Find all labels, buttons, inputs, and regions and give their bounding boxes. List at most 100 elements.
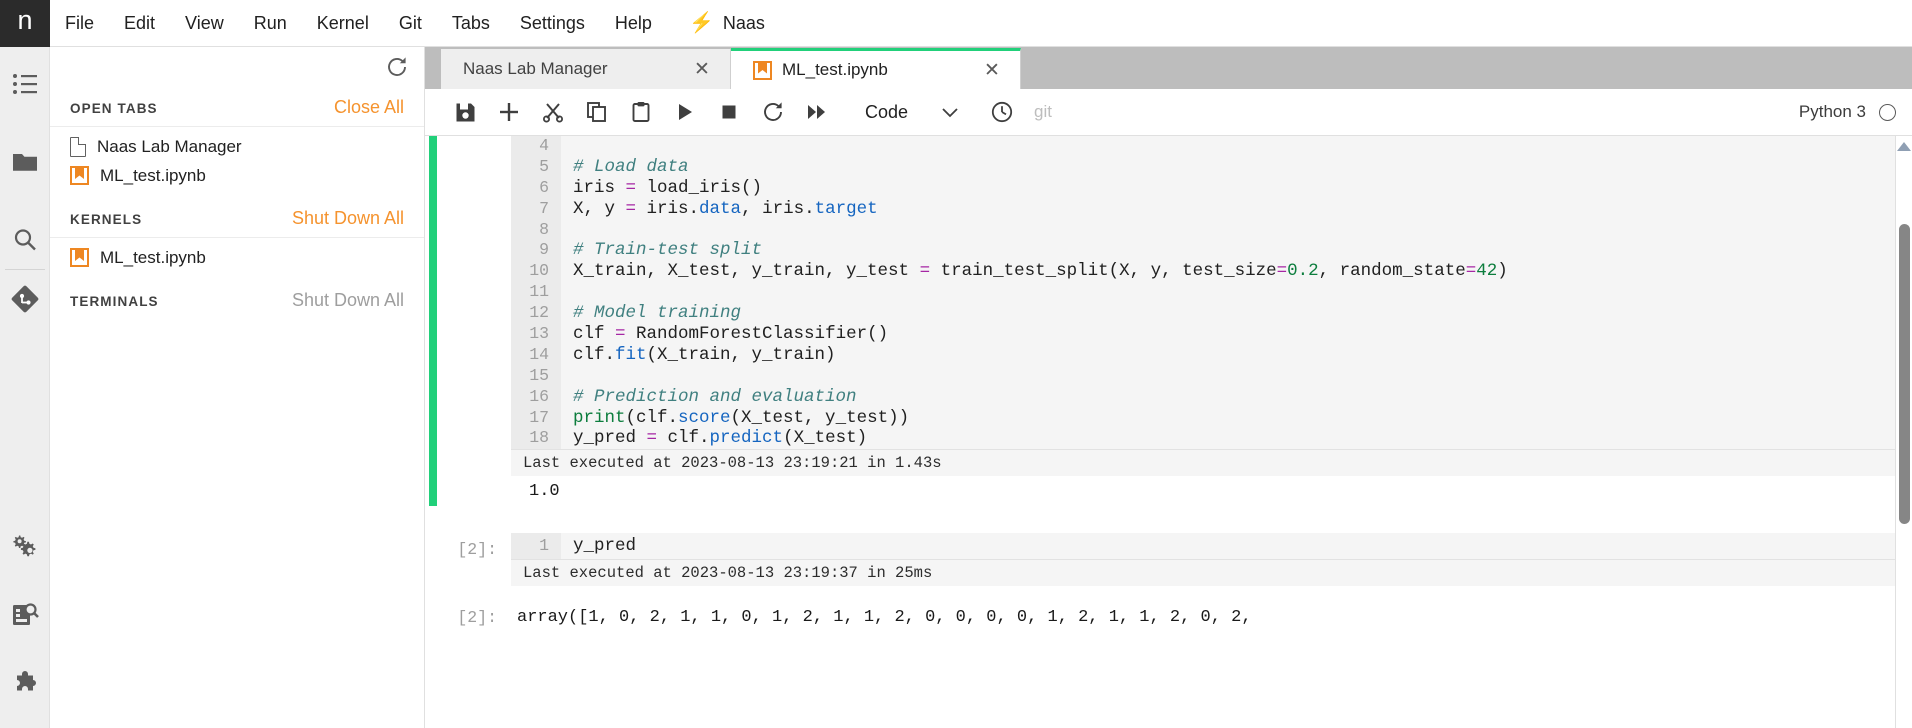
code-line: 6 iris = load_iris() [511,177,1912,199]
scroll-up-arrow-icon[interactable] [1897,142,1911,151]
folder-icon [12,154,37,171]
menu-view[interactable]: View [170,0,239,47]
running-sessions-panel: OPEN TABS Close All Naas Lab Manager ML_… [50,47,425,728]
paste-cell-button[interactable] [619,92,663,132]
list-item-label: ML_test.ipynb [100,165,206,185]
execution-history-button[interactable] [980,92,1024,132]
refresh-icon[interactable] [386,56,408,78]
cell-execution-footer: Last executed at 2023-08-13 23:19:37 in … [511,559,1912,587]
menu-git[interactable]: Git [384,0,437,47]
interrupt-kernel-button[interactable] [707,92,751,132]
menu-edit[interactable]: Edit [109,0,170,47]
menu-tabs[interactable]: Tabs [437,0,505,47]
stop-icon [722,105,736,119]
code-line: 8 [511,219,1912,241]
cell-prompt [437,136,511,476]
restart-icon [764,102,782,121]
tab-naas-lab-manager[interactable]: Naas Lab Manager ✕ [441,49,731,89]
section-terminals-header: TERMINALS Shut Down All [50,280,424,319]
list-item[interactable]: Naas Lab Manager [50,132,424,161]
property-inspector-icon [12,603,39,625]
close-icon[interactable]: ✕ [692,60,712,79]
cell-selection-bar [429,136,437,477]
sidebar-item-search[interactable] [0,215,50,265]
line-number: 16 [511,386,561,408]
insert-cell-button[interactable] [487,92,531,132]
cell-spacer [425,511,1912,534]
kernel-indicator[interactable]: Python 3 [1799,102,1896,122]
sidebar-item-git[interactable] [0,274,50,324]
shut-down-all-kernels-button[interactable]: Shut Down All [292,208,404,229]
line-number: 6 [511,177,561,199]
notebook-canvas[interactable]: 4 5 # Load data 6 iris = load_iris() 7 X… [425,136,1912,728]
cell-type-dropdown[interactable]: Code [855,95,968,129]
notebook-cell[interactable]: [2]: 1 y_pred Last executed at 2023-08-1… [425,533,1912,587]
close-icon[interactable]: ✕ [982,61,1002,80]
menu-run[interactable]: Run [239,0,302,47]
line-number: 17 [511,407,561,429]
output-prompt: [2]: [457,608,497,628]
restart-and-run-all-button[interactable] [795,92,839,132]
cell-editor[interactable]: 4 5 # Load data 6 iris = load_iris() 7 X… [511,136,1912,477]
line-text: y_pred [561,533,1912,560]
naas-logo[interactable]: n [0,0,50,47]
code-line: 11 [511,282,1912,304]
sidebar-item-extension-manager[interactable] [0,658,50,708]
menu-settings[interactable]: Settings [505,0,600,47]
menu-naas[interactable]: ⚡ Naas [667,0,780,47]
notebook-icon [753,60,772,80]
notebook-toolbar: Code git Python 3 [425,89,1912,136]
code-line: 17 print(clf.score(X_test, y_test)) [511,407,1912,429]
cell-editor[interactable]: 1 y_pred Last executed at 2023-08-13 23:… [511,533,1912,587]
line-number: 7 [511,198,561,220]
list-item[interactable]: ML_test.ipynb [50,243,424,272]
line-number: 5 [511,156,561,178]
notebook-cell[interactable]: 4 5 # Load data 6 iris = load_iris() 7 X… [425,136,1912,477]
tab-label: ML_test.ipynb [782,60,888,79]
line-text: # Prediction and evaluation [561,386,1912,408]
play-icon [679,104,692,120]
copy-cell-button[interactable] [575,92,619,132]
clock-icon [991,101,1013,123]
cell-output-text: 1.0 [529,482,560,502]
menu-bar: n File Edit View Run Kernel Git Tabs Set… [0,0,1912,47]
paste-icon [632,102,650,122]
line-text: # Load data [561,156,1912,178]
cut-cell-button[interactable] [531,92,575,132]
sidebar-item-file-browser[interactable] [0,137,50,187]
menu-kernel[interactable]: Kernel [302,0,384,47]
output-selection-bar [429,476,437,507]
gears-icon [12,535,35,557]
run-cell-button[interactable] [663,92,707,132]
save-button[interactable] [443,92,487,132]
vertical-scrollbar[interactable] [1896,136,1912,728]
tab-ml-test-ipynb[interactable]: ML_test.ipynb ✕ [731,48,1021,89]
code-line: 5 # Load data [511,156,1912,178]
list-item-label: ML_test.ipynb [100,247,206,267]
notebook-icon [70,248,89,267]
save-icon [456,103,474,121]
tab-bar: Naas Lab Manager ✕ ML_test.ipynb ✕ [425,47,1912,89]
sidebar-item-running[interactable] [0,59,50,109]
git-icon [11,285,38,313]
close-all-button[interactable]: Close All [334,97,404,118]
menu-file[interactable]: File [50,0,109,47]
restart-kernel-button[interactable] [751,92,795,132]
menu-help[interactable]: Help [600,0,667,47]
fast-forward-icon [808,105,825,119]
kernel-name: Python 3 [1798,102,1866,121]
list-item[interactable]: ML_test.ipynb [50,161,424,190]
code-line: 15 [511,365,1912,387]
chevron-down-icon [942,102,958,123]
code-line: 7 X, y = iris.data, iris.target [511,198,1912,220]
shut-down-all-terminals-button[interactable]: Shut Down All [292,290,404,311]
line-text: y_pred = clf.predict(X_test) [561,428,1912,450]
list-icon [12,74,37,94]
output-prompt [437,476,511,511]
sidebar-item-property-inspector[interactable] [0,590,50,640]
line-number: 4 [511,136,561,157]
sidebar-item-extension-settings[interactable] [0,522,50,572]
scrollbar-thumb[interactable] [1899,224,1910,524]
menu-naas-label: Naas [722,12,765,33]
line-number: 15 [511,365,561,387]
